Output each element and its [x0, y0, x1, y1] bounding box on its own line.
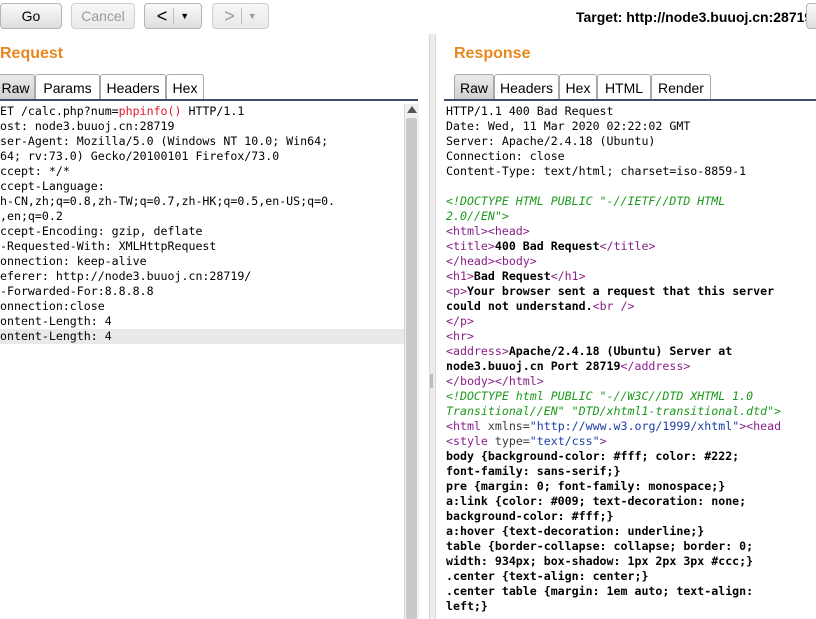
css-line: .center table {margin: 1em auto; text-al… — [446, 584, 754, 598]
panel-splitter[interactable] — [429, 34, 436, 619]
body-line: could not understand.<br /> — [446, 299, 635, 313]
request-line: eferer: http://node3.buuoj.cn:28719/ — [0, 269, 252, 283]
request-tab-params[interactable]: Params — [35, 74, 100, 100]
back-separator — [173, 8, 175, 24]
back-arrow-icon: < — [156, 6, 168, 26]
response-tab-render[interactable]: Render — [651, 74, 711, 100]
response-header-line: Server: Apache/2.4.18 (Ubuntu) — [446, 134, 656, 148]
body-line: <p>Your browser sent a request that this… — [446, 284, 775, 298]
request-line: onnection: keep-alive — [0, 254, 147, 268]
body-line: <!DOCTYPE HTML PUBLIC "-//IETF//DTD HTML — [446, 194, 726, 208]
css-line: pre {margin: 0; font-family: monospace;} — [446, 479, 726, 493]
go-button[interactable]: Go — [0, 3, 62, 29]
target-label: Target: http://node3.buuoj.cn:28719 — [576, 9, 813, 25]
response-header-line: Content-Type: text/html; charset=iso-885… — [446, 164, 747, 178]
response-panel-title: Response — [454, 45, 531, 62]
request-line: -Forwarded-For:8.8.8.8 — [0, 284, 154, 298]
request-tab-rule — [0, 99, 418, 101]
body-line: <html><head> — [446, 224, 530, 238]
body-line: <html xmlns="http://www.w3.org/1999/xhtm… — [446, 419, 782, 433]
body-line: </head><body> — [446, 254, 537, 268]
forward-button[interactable]: > ▼ — [212, 3, 269, 29]
toolbar: Go Cancel < ▼ > ▼ Target: http://node3.b… — [0, 0, 816, 34]
request-line: onnection:close — [0, 299, 105, 313]
body-line: node3.buuoj.cn Port 28719</address> — [446, 359, 691, 373]
response-tab-rule — [444, 99, 816, 101]
body-line: <address>Apache/2.4.18 (Ubuntu) Server a… — [446, 344, 733, 358]
scroll-up-icon[interactable] — [407, 106, 417, 113]
go-label: Go — [21, 8, 41, 24]
body-line: <title>400 Bad Request</title> — [446, 239, 656, 253]
response-tab-raw[interactable]: Raw — [454, 74, 494, 100]
request-line: h-CN,zh;q=0.8,zh-TW;q=0.7,zh-HK;q=0.5,en… — [0, 194, 336, 208]
request-tab-hex[interactable]: Hex — [166, 74, 204, 100]
back-history-dropdown-icon[interactable]: ▼ — [180, 11, 189, 21]
scrollbar-thumb[interactable] — [406, 118, 417, 619]
request-line: -Requested-With: XMLHttpRequest — [0, 239, 217, 253]
request-line: ost: node3.buuoj.cn:28719 — [0, 119, 175, 133]
request-editor[interactable]: ET /calc.php?num=phpinfo() HTTP/1.1 ost:… — [0, 104, 404, 619]
body-line: Transitional//EN" "DTD/xhtml1-transition… — [446, 404, 782, 418]
css-line: font-family: sans-serif;} — [446, 464, 621, 478]
body-line: <h1>Bad Request</h1> — [446, 269, 586, 283]
body-line: 2.0//EN"> — [446, 209, 509, 223]
css-line: table {border-collapse: collapse; border… — [446, 539, 754, 553]
request-tab-raw[interactable]: Raw — [0, 74, 35, 100]
css-line: background-color: #fff;} — [446, 509, 614, 523]
css-line: body {background-color: #fff; color: #22… — [446, 449, 740, 463]
splitter-grip-icon[interactable] — [430, 374, 433, 388]
request-line-current: ontent-Length: 4 — [0, 329, 404, 344]
forward-arrow-icon: > — [224, 6, 235, 26]
body-line: <style type="text/css"> — [446, 434, 607, 448]
request-line: ET /calc.php?num=phpinfo() HTTP/1.1 — [0, 104, 245, 118]
body-line: <!DOCTYPE html PUBLIC "-//W3C//DTD XHTML… — [446, 389, 754, 403]
request-panel-title: Request — [0, 45, 64, 62]
forward-separator — [240, 8, 242, 24]
response-header-line: Date: Wed, 11 Mar 2020 02:22:02 GMT — [446, 119, 691, 133]
request-line: ontent-Length: 4 — [0, 314, 112, 328]
edit-target-button[interactable] — [806, 3, 816, 29]
body-line: <hr> — [446, 329, 474, 343]
request-line: ccept: */* — [0, 164, 70, 178]
back-button[interactable]: < ▼ — [144, 3, 202, 29]
request-line: ,en;q=0.2 — [0, 209, 63, 223]
css-line: width: 934px; box-shadow: 1px 2px 3px #c… — [446, 554, 754, 568]
response-editor[interactable]: HTTP/1.1 400 Bad Request Date: Wed, 11 M… — [446, 104, 816, 619]
request-scrollbar[interactable] — [404, 104, 419, 619]
response-tab-headers[interactable]: Headers — [494, 74, 559, 100]
highlighted-param: phpinfo() — [118, 104, 182, 118]
request-line: 64; rv:73.0) Gecko/20100101 Firefox/73.0 — [0, 149, 280, 163]
css-line: left;} — [446, 599, 488, 613]
body-line: </body></html> — [446, 374, 544, 388]
response-tab-html[interactable]: HTML — [597, 74, 651, 100]
request-tab-headers[interactable]: Headers — [100, 74, 166, 100]
forward-history-dropdown-icon[interactable]: ▼ — [248, 11, 257, 21]
request-line: ccept-Language: — [0, 179, 105, 193]
css-line: a:hover {text-decoration: underline;} — [446, 524, 705, 538]
request-line: ccept-Encoding: gzip, deflate — [0, 224, 203, 238]
body-line: </p> — [446, 314, 474, 328]
cancel-button[interactable]: Cancel — [71, 3, 135, 29]
response-tab-hex[interactable]: Hex — [559, 74, 597, 100]
cancel-label: Cancel — [81, 8, 125, 24]
css-line: .center {text-align: center;} — [446, 569, 649, 583]
css-line: a:link {color: #009; text-decoration: no… — [446, 494, 747, 508]
response-header-line: HTTP/1.1 400 Bad Request — [446, 104, 614, 118]
response-header-line: Connection: close — [446, 149, 565, 163]
request-line: ser-Agent: Mozilla/5.0 (Windows NT 10.0;… — [0, 134, 329, 148]
